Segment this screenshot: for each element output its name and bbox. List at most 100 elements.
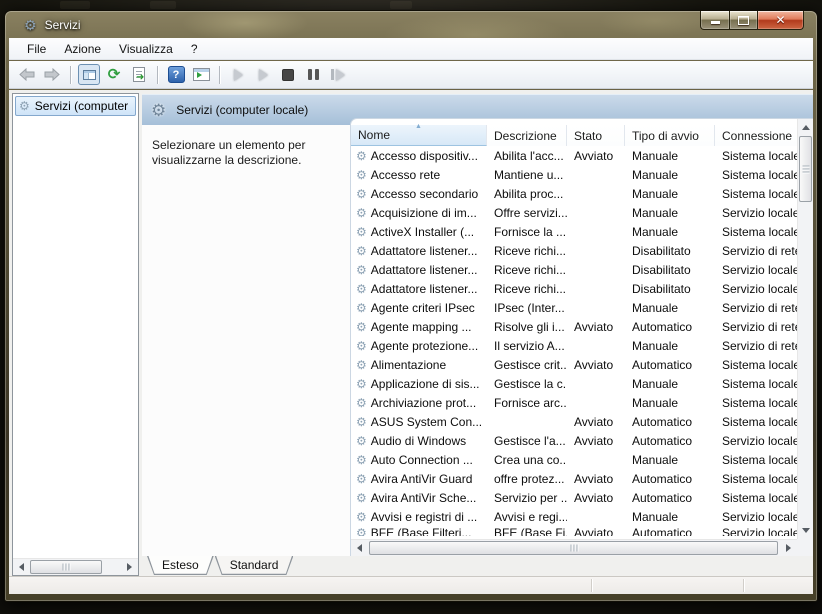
scrollbar-thumb[interactable] <box>369 541 778 555</box>
table-row[interactable]: ⚙BFE (Base Filteri... BFE (Base Fi... Av… <box>351 526 797 536</box>
menu-help[interactable]: ? <box>182 39 207 59</box>
column-header-descrizione[interactable]: Descrizione <box>487 125 567 146</box>
toolbar: ⟳ ➜ ? <box>9 61 813 89</box>
tab-esteso[interactable]: Esteso <box>147 556 214 575</box>
pause-service-icon[interactable] <box>302 64 324 85</box>
desktop: ⚙ Servizi ✕ File Azione Visualizza ? <box>0 0 822 614</box>
export-list-icon[interactable]: ➜ <box>128 64 150 85</box>
service-gear-icon: ⚙ <box>19 100 30 112</box>
service-name: Audio di Windows <box>371 434 466 448</box>
service-logon-as: Servizio locale <box>715 282 797 296</box>
console-tree-glyph <box>83 70 96 80</box>
selection-description: Selezionare un elemento per visualizzarn… <box>152 138 305 168</box>
titlebar[interactable]: ⚙ Servizi <box>5 11 817 38</box>
table-row[interactable]: ⚙Acquisizione di im... Offre servizi... … <box>351 203 797 222</box>
table-row[interactable]: ⚙Accesso secondario Abilita proc... Manu… <box>351 184 797 203</box>
scroll-left-arrow[interactable] <box>13 559 30 575</box>
service-logon-as: Sistema locale <box>715 168 797 182</box>
scrollbar-thumb[interactable] <box>799 136 812 202</box>
maximize-button[interactable] <box>730 11 758 30</box>
table-row[interactable]: ⚙Agente protezione... Il servizio A... M… <box>351 336 797 355</box>
service-gear-icon: ⚙ <box>356 454 367 466</box>
show-console-tree-icon[interactable] <box>78 64 100 85</box>
scroll-right-arrow[interactable] <box>780 540 797 556</box>
column-header-tipo-di-avvio[interactable]: Tipo di avvio <box>625 125 715 146</box>
column-header-connessione[interactable]: Connessione <box>715 125 797 146</box>
table-row[interactable]: ⚙Adattatore listener... Riceve richi... … <box>351 260 797 279</box>
table-row[interactable]: ⚙Avvisi e registri di ... Avvisi e regi.… <box>351 507 797 526</box>
pane-body: Selezionare un elemento per visualizzarn… <box>142 125 813 556</box>
start-service-icon[interactable] <box>227 64 249 85</box>
back-icon[interactable] <box>16 64 38 85</box>
scroll-up-arrow[interactable] <box>798 119 813 136</box>
caption-buttons: ✕ <box>700 11 804 30</box>
vertical-scrollbar[interactable] <box>797 119 813 539</box>
scroll-down-arrow[interactable] <box>798 522 813 539</box>
horizontal-scrollbar[interactable] <box>351 539 797 556</box>
menu-visualizza[interactable]: Visualizza <box>110 39 182 59</box>
column-header-nome[interactable]: ▲ Nome <box>351 125 487 146</box>
tree-horizontal-scrollbar[interactable] <box>13 558 138 575</box>
maximize-icon <box>738 16 749 25</box>
tree-item-servizi[interactable]: ⚙ Servizi (computer <box>15 96 136 116</box>
service-description: Riceve richi... <box>487 282 567 296</box>
show-action-pane-icon[interactable] <box>190 64 212 85</box>
menu-bar: File Azione Visualizza ? <box>9 38 813 60</box>
column-header-stato[interactable]: Stato <box>567 125 625 146</box>
service-status: Avviato <box>567 415 625 429</box>
table-row[interactable]: ⚙Adattatore listener... Riceve richi... … <box>351 241 797 260</box>
service-status: Avviato <box>567 491 625 505</box>
service-startup-type: Manuale <box>625 453 715 467</box>
service-gear-icon: ⚙ <box>356 397 367 409</box>
list-area: ▲ Nome Descrizione Stato Tipo di avvio C… <box>351 119 797 539</box>
close-button[interactable]: ✕ <box>758 11 804 30</box>
service-name: Avvisi e registri di ... <box>371 510 477 524</box>
menu-file[interactable]: File <box>18 39 55 59</box>
service-description: IPsec (Inter... <box>487 301 567 315</box>
service-logon-as: Servizio locale <box>715 510 797 524</box>
service-startup-type: Manuale <box>625 377 715 391</box>
service-description: offre protez... <box>487 472 567 486</box>
table-row[interactable]: ⚙ASUS System Con... Avviato Automatico S… <box>351 412 797 431</box>
restart-service-icon[interactable] <box>327 64 349 85</box>
table-row[interactable]: ⚙Auto Connection ... Crea una co... Manu… <box>351 450 797 469</box>
table-row[interactable]: ⚙Audio di Windows Gestisce l'a... Avviat… <box>351 431 797 450</box>
scroll-left-arrow[interactable] <box>351 540 368 556</box>
scrollbar-thumb[interactable] <box>30 560 102 574</box>
refresh-icon[interactable]: ⟳ <box>103 64 125 85</box>
forward-icon[interactable] <box>41 64 63 85</box>
service-startup-type: Manuale <box>625 187 715 201</box>
service-name: ActiveX Installer (... <box>371 225 474 239</box>
service-description: Servizio per ... <box>487 491 567 505</box>
service-gear-icon: ⚙ <box>356 264 367 276</box>
service-description: Fornisce arc... <box>487 396 567 410</box>
table-row[interactable]: ⚙Applicazione di sis... Gestisce la c...… <box>351 374 797 393</box>
table-row[interactable]: ⚙Archiviazione prot... Fornisce arc... M… <box>351 393 797 412</box>
service-gear-icon: ⚙ <box>356 511 367 523</box>
tab-standard[interactable]: Standard <box>215 556 294 575</box>
menu-azione[interactable]: Azione <box>55 39 110 59</box>
service-gear-icon: ⚙ <box>356 435 367 447</box>
table-row[interactable]: ⚙Alimentazione Gestisce crit... Avviato … <box>351 355 797 374</box>
service-startup-type: Automatico <box>625 415 715 429</box>
service-logon-as: Servizio locale <box>715 263 797 277</box>
table-row[interactable]: ⚙Avira AntiVir Guard offre protez... Avv… <box>351 469 797 488</box>
service-startup-type: Automatico <box>625 320 715 334</box>
minimize-button[interactable] <box>700 11 730 30</box>
help-icon[interactable]: ? <box>165 64 187 85</box>
table-row[interactable]: ⚙ActiveX Installer (... Fornisce la ... … <box>351 222 797 241</box>
table-row[interactable]: ⚙Accesso rete Mantiene u... Manuale Sist… <box>351 165 797 184</box>
table-row[interactable]: ⚙Adattatore listener... Riceve richi... … <box>351 279 797 298</box>
services-window: ⚙ Servizi ✕ File Azione Visualizza ? <box>4 10 818 602</box>
table-row[interactable]: ⚙Agente mapping ... Risolve gli i... Avv… <box>351 317 797 336</box>
scroll-right-arrow[interactable] <box>121 559 138 575</box>
table-row[interactable]: ⚙Agente criteri IPsec IPsec (Inter... Ma… <box>351 298 797 317</box>
table-row[interactable]: ⚙Accesso dispositiv... Abilita l'acc... … <box>351 146 797 165</box>
service-gear-icon: ⚙ <box>356 283 367 295</box>
stop-service-icon[interactable] <box>277 64 299 85</box>
table-row[interactable]: ⚙Avira AntiVir Sche... Servizio per ... … <box>351 488 797 507</box>
resume-service-icon[interactable] <box>252 64 274 85</box>
minimize-icon <box>711 21 720 24</box>
table-header: ▲ Nome Descrizione Stato Tipo di avvio C… <box>351 125 797 146</box>
service-startup-type: Automatico <box>625 491 715 505</box>
